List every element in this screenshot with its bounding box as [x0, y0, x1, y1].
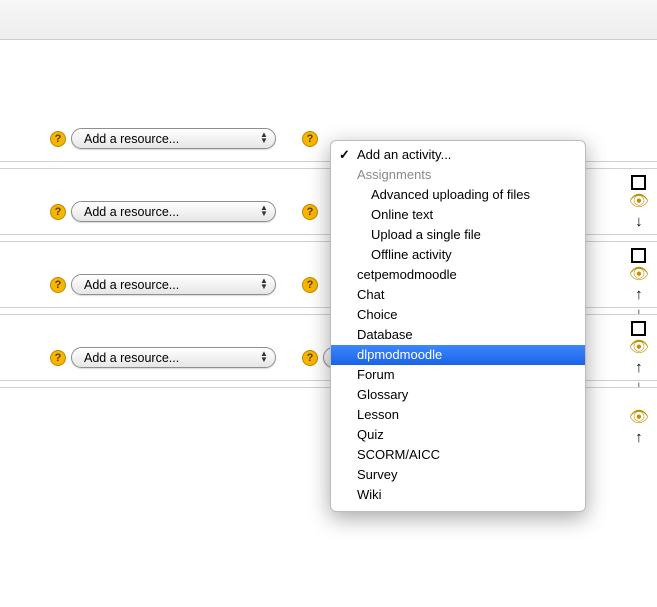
menu-item[interactable]: Advanced uploading of files	[331, 185, 585, 205]
menu-item-placeholder[interactable]: Add an activity...	[331, 145, 585, 165]
arrow-up-icon[interactable]: ↑	[635, 360, 643, 375]
help-icon[interactable]: ?	[50, 277, 66, 293]
menu-item[interactable]: Upload a single file	[331, 225, 585, 245]
menu-item[interactable]: Offline activity	[331, 245, 585, 265]
menu-item-label: Chat	[357, 287, 384, 302]
section-checkbox[interactable]	[631, 321, 646, 336]
menu-item[interactable]: Database	[331, 325, 585, 345]
toolbar	[0, 0, 657, 40]
menu-item-label: Upload a single file	[371, 227, 481, 242]
menu-item-label: Database	[357, 327, 413, 342]
menu-item[interactable]: Survey	[331, 465, 585, 485]
menu-item[interactable]: Glossary	[331, 385, 585, 405]
eye-icon[interactable]: 👁	[629, 267, 649, 283]
menu-group-label: Assignments	[357, 167, 431, 182]
menu-item-label: Forum	[357, 367, 395, 382]
section-checkbox[interactable]	[631, 248, 646, 263]
arrow-up-icon[interactable]: ↑	[635, 287, 643, 302]
menu-item-label: Add an activity...	[357, 147, 451, 162]
menu-item-label: Advanced uploading of files	[371, 187, 530, 202]
menu-item[interactable]: cetpemodmoodle	[331, 265, 585, 285]
arrow-down-icon[interactable]: ↓	[635, 214, 643, 229]
menu-item[interactable]: Forum	[331, 365, 585, 385]
menu-item[interactable]: Online text	[331, 205, 585, 225]
menu-item-label: Offline activity	[371, 247, 452, 262]
updown-icon	[259, 351, 269, 363]
menu-item[interactable]: SCORM/AICC	[331, 445, 585, 465]
menu-item-label: cetpemodmoodle	[357, 267, 457, 282]
help-icon[interactable]: ?	[302, 204, 318, 220]
menu-item-label: Choice	[357, 307, 397, 322]
activity-dropdown-menu[interactable]: Add an activity... Assignments Advanced …	[330, 140, 586, 512]
menu-item-label: Wiki	[357, 487, 382, 502]
menu-item-label: Survey	[357, 467, 397, 482]
help-icon[interactable]: ?	[50, 204, 66, 220]
help-icon[interactable]: ?	[302, 131, 318, 147]
section-checkbox[interactable]	[631, 175, 646, 190]
updown-icon	[259, 205, 269, 217]
menu-item-label: Online text	[371, 207, 433, 222]
select-label: Add a resource...	[84, 278, 179, 292]
menu-item[interactable]: Wiki	[331, 485, 585, 505]
menu-item[interactable]: Lesson	[331, 405, 585, 425]
select-label: Add a resource...	[84, 132, 179, 146]
menu-item-label: Lesson	[357, 407, 399, 422]
arrow-up-icon[interactable]: ↑	[635, 430, 643, 445]
menu-item-label: SCORM/AICC	[357, 447, 440, 462]
menu-item-label: Quiz	[357, 427, 384, 442]
help-icon[interactable]: ?	[50, 131, 66, 147]
select-label: Add a resource...	[84, 205, 179, 219]
add-resource-select[interactable]: Add a resource...	[71, 128, 276, 149]
help-icon[interactable]: ?	[302, 277, 318, 293]
eye-icon[interactable]: 👁	[629, 410, 649, 426]
menu-item[interactable]: Quiz	[331, 425, 585, 445]
help-icon[interactable]: ?	[302, 350, 318, 366]
add-resource-select[interactable]: Add a resource...	[71, 201, 276, 222]
updown-icon	[259, 278, 269, 290]
menu-group-assignments: Assignments	[331, 165, 585, 185]
help-icon[interactable]: ?	[50, 350, 66, 366]
eye-icon[interactable]: 👁	[629, 194, 649, 210]
menu-item[interactable]: Chat	[331, 285, 585, 305]
menu-item-label: Glossary	[357, 387, 408, 402]
menu-item-label: dlpmodmoodle	[357, 347, 442, 362]
menu-item-highlighted[interactable]: dlpmodmoodle	[331, 345, 585, 365]
add-resource-select[interactable]: Add a resource...	[71, 274, 276, 295]
select-label: Add a resource...	[84, 351, 179, 365]
menu-item[interactable]: Choice	[331, 305, 585, 325]
eye-icon[interactable]: 👁	[629, 340, 649, 356]
updown-icon	[259, 132, 269, 144]
add-resource-select[interactable]: Add a resource...	[71, 347, 276, 368]
